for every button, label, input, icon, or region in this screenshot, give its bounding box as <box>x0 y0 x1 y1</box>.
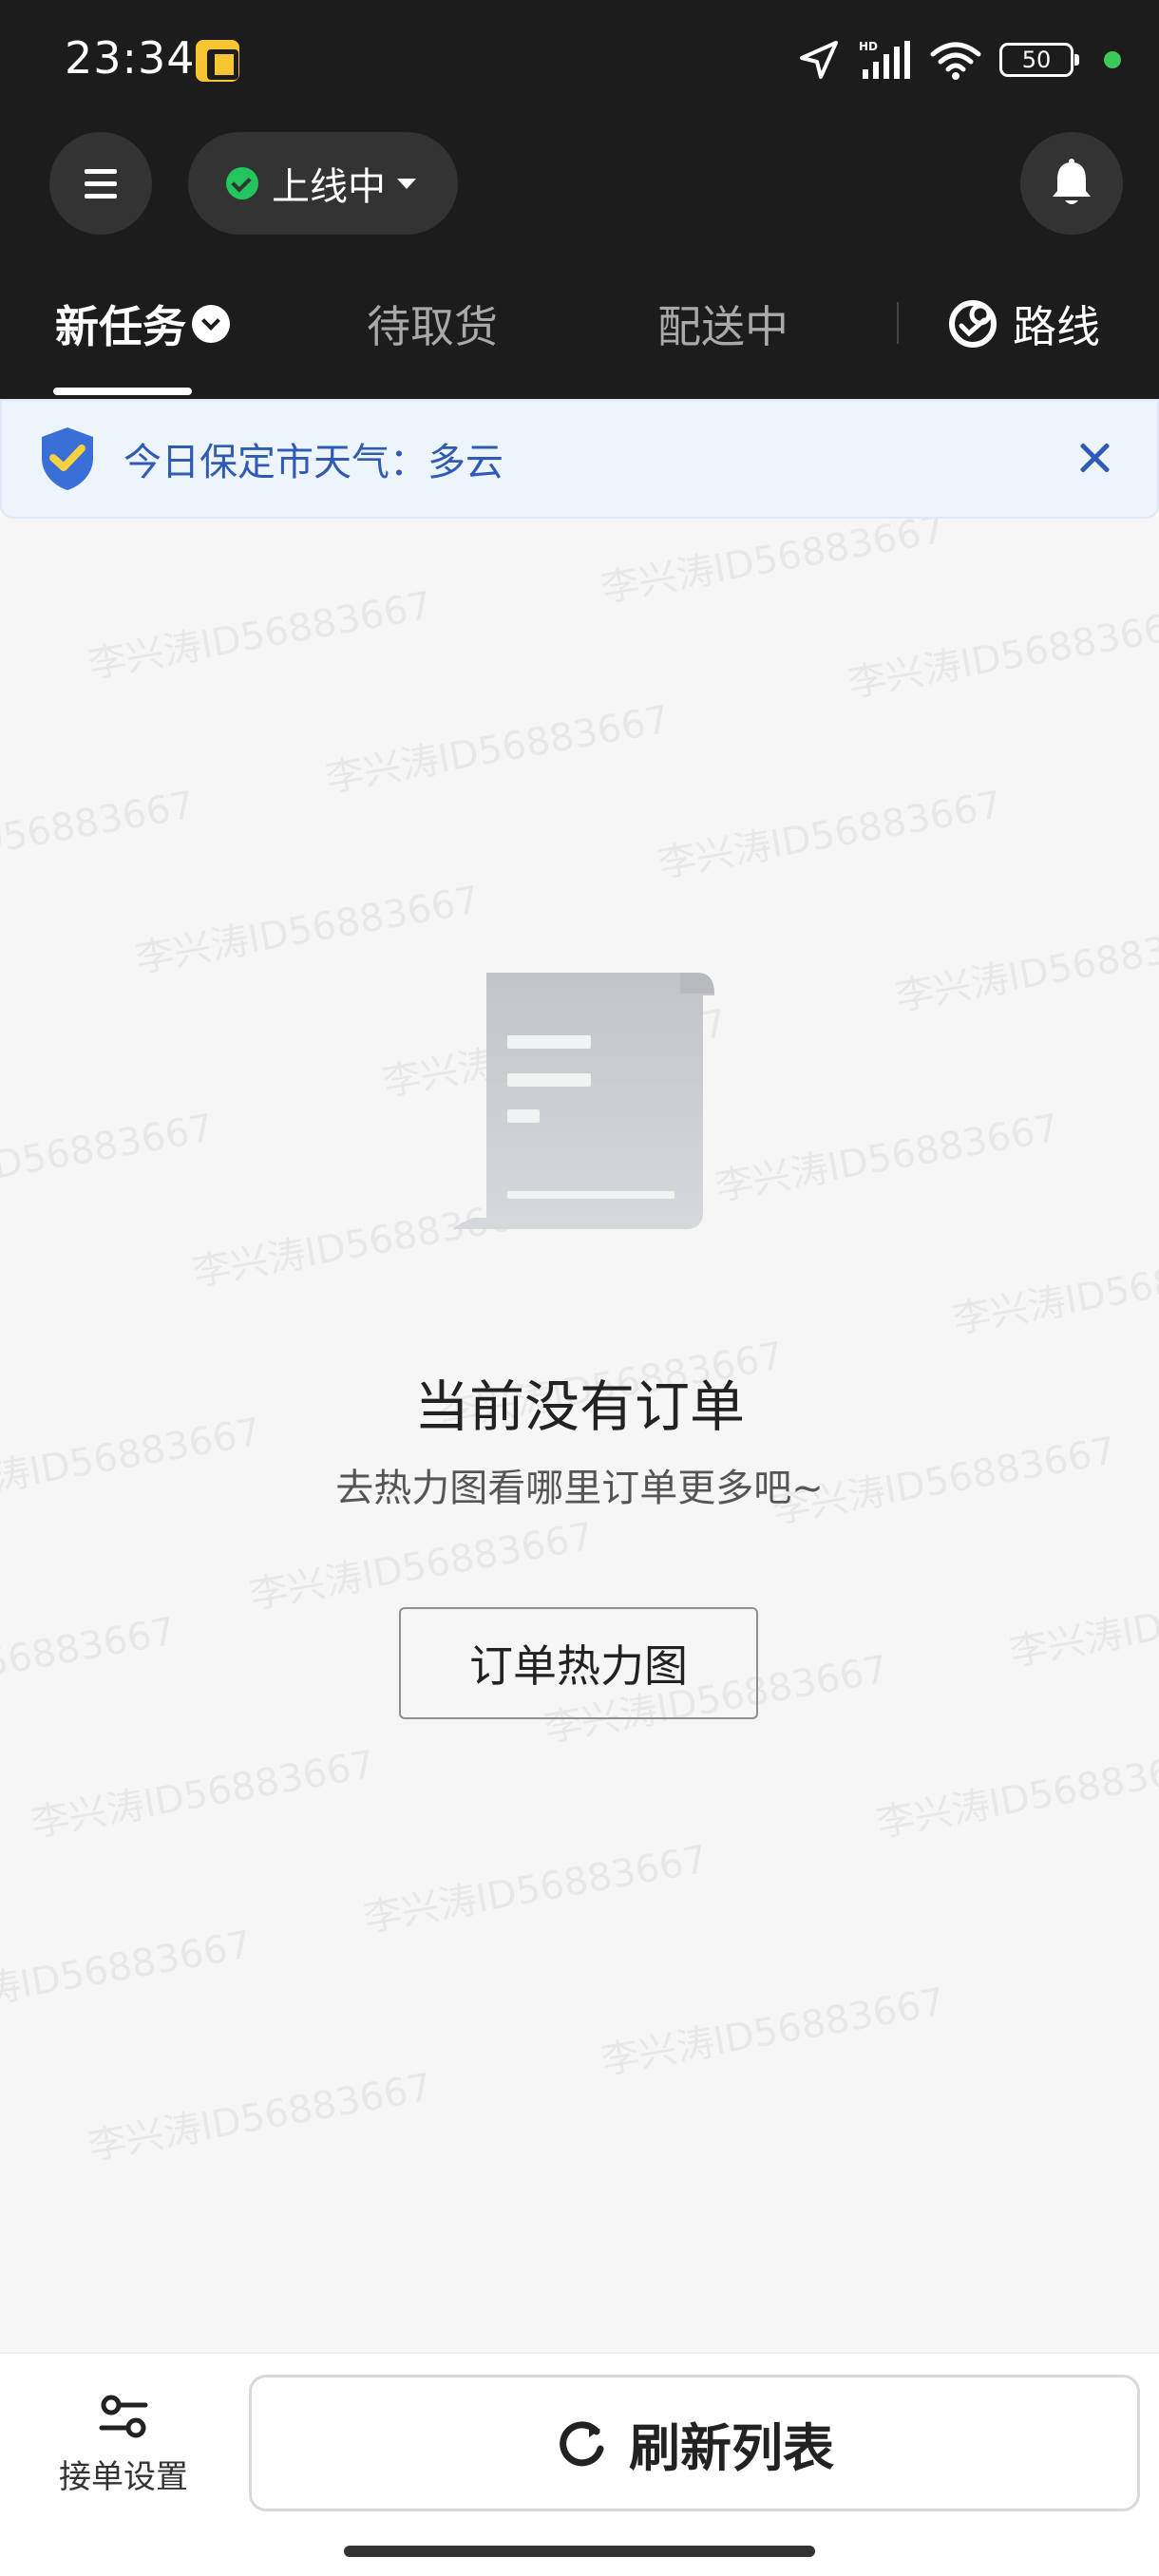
refresh-list-button[interactable]: 刷新列表 <box>249 2375 1140 2511</box>
location-arrow-icon <box>798 39 840 81</box>
watermark: 李兴涛ID56883667 <box>132 878 484 982</box>
battery-icon: 50 <box>999 43 1079 77</box>
status-icons: HD 50 <box>798 34 1121 85</box>
watermark: 李兴涛ID56883667 <box>246 1514 598 1619</box>
tab-route-label: 路线 <box>1013 301 1100 352</box>
tab-new-tasks[interactable]: 新任务 <box>55 293 230 355</box>
watermark: 李兴涛ID56883667 <box>845 602 1159 707</box>
tab-divider <box>897 302 899 344</box>
signal-hd-icon: HD <box>857 39 912 81</box>
notification-button[interactable] <box>1020 132 1123 235</box>
order-settings-label: 接单设置 <box>59 2458 188 2496</box>
chevron-down-circle-icon <box>192 305 230 343</box>
empty-state-title: 当前没有订单 <box>413 1374 745 1439</box>
watermark: 李兴涛ID56883667 <box>360 1837 712 1941</box>
watermark: 李兴涛ID56883667 <box>0 1106 218 1210</box>
tab-delivering[interactable]: 配送中 <box>657 293 788 355</box>
order-settings-button[interactable]: 接单设置 <box>38 2394 209 2497</box>
tab-pending-pickup[interactable]: 待取货 <box>367 293 498 355</box>
watermark: 李兴涛ID56883667 <box>873 1742 1159 1847</box>
shield-check-icon <box>42 427 93 490</box>
tab-route[interactable]: 路线 <box>946 293 1100 355</box>
online-status-label: 上线中 <box>272 165 386 209</box>
watermark: 李兴涛ID56883667 <box>598 1979 949 2084</box>
close-icon[interactable] <box>1075 439 1113 477</box>
check-circle-icon <box>226 167 258 199</box>
watermark: 李兴涛ID56883667 <box>28 1742 379 1847</box>
watermark: 李兴涛ID56883667 <box>892 916 1159 1020</box>
watermark: 李兴涛ID56883667 <box>85 2065 436 2169</box>
app-icon <box>196 40 239 82</box>
watermark: 李兴涛ID56883667 <box>712 1106 1063 1210</box>
caret-down-icon <box>397 178 416 189</box>
watermark: 李兴涛ID56883667 <box>598 519 949 612</box>
watermark: 李兴涛ID56883667 <box>0 783 199 887</box>
watermark: 李兴涛ID56883667 <box>1006 1571 1159 1676</box>
privacy-indicator <box>1104 51 1121 68</box>
bottom-bar: 接单设置 刷新列表 <box>0 2352 1159 2576</box>
tab-new-tasks-label: 新任务 <box>55 301 186 352</box>
refresh-list-label: 刷新列表 <box>629 2417 834 2478</box>
watermark: 李兴涛ID56883667 <box>322 697 674 802</box>
bell-icon <box>1053 159 1091 204</box>
watermark: 李兴涛ID56883667 <box>85 583 436 688</box>
order-heatmap-button[interactable]: 订单热力图 <box>399 1607 758 1719</box>
empty-document-icon <box>452 973 714 1229</box>
status-time: 23:34 <box>65 32 196 84</box>
watermark: 李兴涛ID56883667 <box>949 1239 1159 1343</box>
svg-text:HD: HD <box>859 40 878 53</box>
app-header: 23:34 HD 50 上线中 新任务 待取货 配送中 路线 <box>0 0 1159 399</box>
weather-banner: 今日保定市天气：多云 <box>0 399 1159 519</box>
sliders-icon <box>99 2395 148 2438</box>
watermark: 李兴涛ID56883667 <box>655 783 1006 887</box>
watermark: 李兴涛ID56883667 <box>0 1609 180 1714</box>
online-status-toggle[interactable]: 上线中 <box>188 132 458 235</box>
task-tabs: 新任务 待取货 配送中 路线 <box>0 275 1159 399</box>
wifi-icon <box>929 39 982 81</box>
home-indicator[interactable] <box>344 2546 815 2557</box>
weather-text: 今日保定市天气：多云 <box>124 441 504 484</box>
hamburger-icon <box>85 180 117 186</box>
route-pin-icon <box>949 300 997 348</box>
watermark: 李兴涛ID56883667 <box>0 1923 256 2027</box>
empty-state-subtitle: 去热力图看哪里订单更多吧~ <box>335 1467 824 1510</box>
refresh-icon <box>560 2421 604 2467</box>
menu-button[interactable] <box>49 132 152 235</box>
active-tab-indicator <box>53 388 192 395</box>
